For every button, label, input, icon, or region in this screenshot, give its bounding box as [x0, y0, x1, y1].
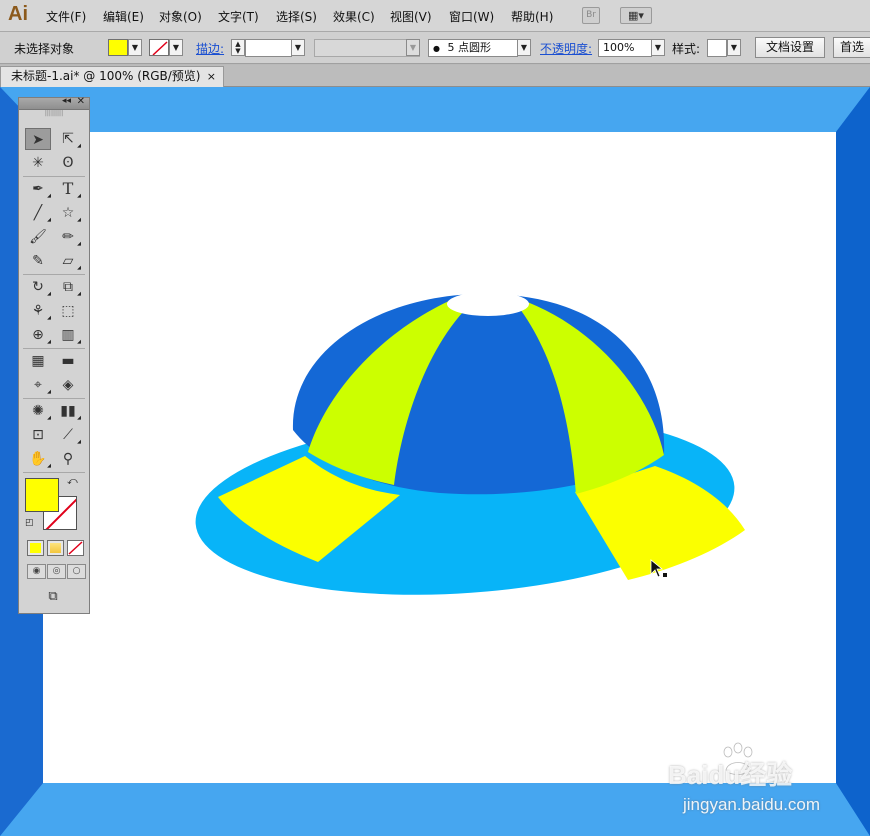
stroke-label[interactable]: 描边:: [196, 40, 224, 57]
opacity-dropdown-icon[interactable]: ▼: [651, 39, 665, 56]
line-segment-tool-icon[interactable]: ╱ ◢: [25, 202, 51, 224]
stroke-weight-field[interactable]: [245, 39, 292, 57]
dome-top-oval[interactable]: [447, 292, 529, 316]
workspace-arrange-icon[interactable]: ▦▾: [620, 7, 652, 24]
control-bar: 未选择对象 ▼ ▼ 描边: ▲ ▼ ▼ ▼ ● 5 点圆形 ▼ 不透明度: 100…: [0, 32, 870, 64]
menu-file[interactable]: 文件(F): [46, 8, 86, 25]
tool-separator: [23, 472, 85, 473]
style-swatch[interactable]: [707, 39, 727, 57]
pen-tool-icon[interactable]: ✒ ◢: [25, 178, 51, 200]
workspace[interactable]: [0, 87, 870, 836]
none-mode-button[interactable]: [67, 540, 84, 556]
app-logo: Ai: [8, 3, 28, 25]
width-tool-icon[interactable]: ⚘ ◢: [25, 300, 51, 322]
document-tab-bar: 未标题-1.ai* @ 100% (RGB/预览) ×: [0, 65, 870, 87]
menu-help[interactable]: 帮助(H): [511, 8, 553, 25]
eraser-tool-icon[interactable]: ▱ ◢: [55, 250, 81, 272]
blob-brush-tool-icon[interactable]: ✎: [25, 250, 51, 272]
selection-status: 未选择对象: [14, 42, 75, 56]
watermark-url: jingyan.baidu.com: [683, 795, 821, 814]
gradient-mode-button[interactable]: [47, 540, 64, 556]
slice-tool-icon[interactable]: ⟋ ◢: [55, 424, 81, 446]
brush-field[interactable]: ● 5 点圆形: [428, 39, 518, 57]
symbol-sprayer-tool-icon[interactable]: ✺ ◢: [25, 400, 51, 422]
default-fill-stroke-icon[interactable]: ◰: [25, 518, 34, 528]
tools-panel[interactable]: ◂◂ ✕ ||||||||| ➤ ⇱ ◢ ✳ ʘ ✒ ◢ T ◢ ╱ ◢ ☆ ◢ 🖌 ✏ ◢…: [18, 96, 90, 614]
opacity-label[interactable]: 不透明度:: [540, 40, 592, 57]
menu-effect[interactable]: 效果(C): [333, 8, 375, 25]
menu-type[interactable]: 文字(T): [218, 8, 259, 25]
gradient-tool-icon[interactable]: ▬: [55, 350, 81, 372]
tool-separator: [23, 398, 85, 399]
menu-window[interactable]: 窗口(W): [449, 8, 494, 25]
tools-panel-header[interactable]: ◂◂ ✕: [19, 96, 89, 110]
watermark-logo: Baidu经验: [668, 760, 793, 790]
opacity-field[interactable]: 100%: [598, 39, 652, 57]
perspective-grid-tool-icon[interactable]: ▥ ◢: [55, 324, 81, 346]
drag-grip-icon[interactable]: |||||||||: [19, 110, 89, 118]
menu-view[interactable]: 视图(V): [390, 8, 432, 25]
draw-normal-icon[interactable]: ◉: [27, 564, 46, 579]
mesh-tool-icon[interactable]: ▦: [25, 350, 51, 372]
document-setup-button[interactable]: 文档设置: [755, 37, 825, 58]
none-slash-icon: [68, 541, 83, 555]
star-tool-icon[interactable]: ☆ ◢: [55, 202, 81, 224]
menu-bar: Ai 文件(F) 编辑(E) 对象(O) 文字(T) 选择(S) 效果(C) 视…: [0, 0, 870, 32]
paintbrush-tool-icon[interactable]: 🖌: [25, 226, 51, 248]
style-dropdown-icon[interactable]: ▼: [727, 39, 741, 56]
stroke-dropdown-icon[interactable]: ▼: [169, 39, 183, 56]
hat-artwork[interactable]: [0, 87, 870, 836]
shape-builder-tool-icon[interactable]: ⊕ ◢: [25, 324, 51, 346]
preferences-button[interactable]: 首选: [833, 37, 870, 58]
style-label: 样式:: [672, 42, 701, 56]
menu-object[interactable]: 对象(O): [159, 8, 202, 25]
tool-separator: [23, 176, 85, 177]
stroke-weight-stepper[interactable]: ▲ ▼: [231, 39, 245, 56]
lasso-tool-icon[interactable]: ʘ: [55, 152, 81, 174]
eyedropper-tool-icon[interactable]: ⌖ ◢: [25, 374, 51, 396]
free-transform-tool-icon[interactable]: ⬚: [55, 300, 81, 322]
none-slash-icon: [152, 41, 168, 55]
brush-dropdown-icon[interactable]: ▼: [517, 39, 531, 56]
zoom-tool-icon[interactable]: ⚲: [55, 448, 81, 470]
tool-separator: [23, 274, 85, 275]
variable-width-dropdown-icon[interactable]: ▼: [406, 39, 420, 56]
stroke-none-swatch[interactable]: [149, 39, 169, 56]
close-icon[interactable]: ✕: [77, 96, 85, 107]
tool-separator: [23, 348, 85, 349]
color-mode-button[interactable]: [27, 540, 44, 556]
fill-dropdown-icon[interactable]: ▼: [128, 39, 142, 56]
document-tab-title: 未标题-1.ai* @ 100% (RGB/预览): [11, 69, 201, 83]
fill-swatch[interactable]: [108, 39, 128, 56]
scale-tool-icon[interactable]: ⧉ ◢: [55, 276, 81, 298]
column-graph-tool-icon[interactable]: ▮▮ ◢: [55, 400, 81, 422]
close-icon[interactable]: ×: [207, 67, 216, 86]
swap-fill-stroke-icon[interactable]: ⤺: [67, 476, 78, 487]
type-tool-icon[interactable]: T ◢: [55, 178, 81, 200]
brush-dot-icon: ●: [433, 44, 440, 53]
variable-width-field[interactable]: [314, 39, 420, 57]
bridge-button[interactable]: Br: [582, 7, 600, 24]
fill-color-box[interactable]: [25, 478, 59, 512]
arrow-cursor-icon: [650, 559, 667, 578]
menu-select[interactable]: 选择(S): [276, 8, 317, 25]
selection-tool-icon[interactable]: ➤: [25, 128, 51, 150]
blend-tool-icon[interactable]: ◈: [55, 374, 81, 396]
draw-inside-icon[interactable]: ○: [67, 564, 86, 579]
stroke-weight-dropdown-icon[interactable]: ▼: [291, 39, 305, 56]
collapse-panel-icon[interactable]: ◂◂: [62, 96, 71, 106]
document-tab[interactable]: 未标题-1.ai* @ 100% (RGB/预览) ×: [0, 66, 224, 87]
draw-behind-icon[interactable]: ◎: [47, 564, 66, 579]
rotate-tool-icon[interactable]: ↻ ◢: [25, 276, 51, 298]
menu-edit[interactable]: 编辑(E): [103, 8, 144, 25]
direct-selection-tool-icon[interactable]: ⇱ ◢: [55, 128, 81, 150]
brush-value: 5 点圆形: [447, 41, 491, 54]
magic-wand-tool-icon[interactable]: ✳: [25, 152, 51, 174]
artboard-tool-icon[interactable]: ⊡: [25, 424, 51, 446]
hand-tool-icon[interactable]: ✋ ◢: [25, 448, 51, 470]
pencil-tool-icon[interactable]: ✏ ◢: [55, 226, 81, 248]
screen-mode-icon[interactable]: ⧉: [41, 588, 65, 606]
